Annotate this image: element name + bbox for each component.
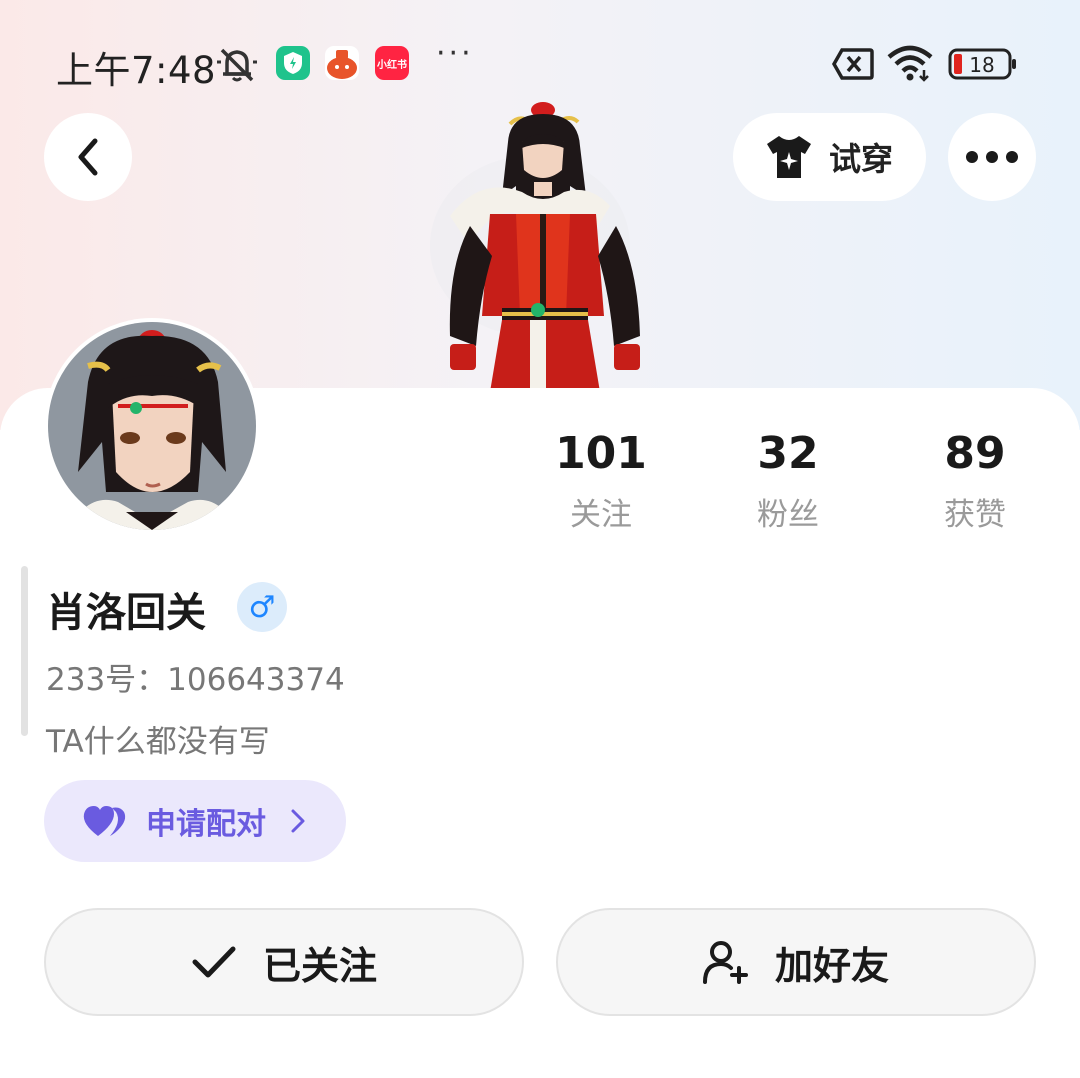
followers-count: 32 (757, 428, 819, 479)
add-friend-label: 加好友 (774, 943, 889, 988)
stat-followers[interactable]: 32 粉丝 (698, 428, 878, 534)
chevron-right-icon (291, 809, 305, 833)
likes-count: 89 (944, 428, 1006, 479)
status-bar: 上午7:48 小红书 ··· 18 (0, 30, 1080, 96)
stat-likes[interactable]: 89 获赞 (885, 428, 1065, 534)
shield-app-icon (276, 46, 310, 80)
sim-off-icon (832, 48, 874, 80)
user-bio: TA什么都没有写 (46, 724, 270, 760)
checkmark-icon (192, 946, 236, 978)
more-dots-icon (966, 151, 1018, 163)
following-button-label: 已关注 (262, 943, 377, 988)
back-chevron-icon (78, 138, 98, 176)
add-user-icon (702, 941, 748, 984)
status-more: ··· (436, 36, 474, 71)
avatar-image (48, 322, 256, 530)
request-pair-button[interactable]: 申请配对 (44, 780, 346, 862)
following-count: 101 (555, 428, 647, 479)
wifi-icon (887, 45, 933, 82)
following-label: 关注 (570, 497, 632, 533)
game-app-icon (325, 46, 359, 80)
request-pair-label: 申请配对 (146, 807, 266, 842)
followers-label: 粉丝 (757, 497, 819, 533)
try-on-button[interactable]: 试穿 (733, 113, 926, 201)
try-on-label: 试穿 (829, 140, 894, 178)
tshirt-icon (767, 136, 811, 178)
battery-level: 18 (969, 53, 994, 77)
bell-muted-icon (217, 48, 257, 82)
avatar[interactable] (44, 318, 260, 534)
hearts-icon (83, 806, 126, 836)
character-model-image (430, 102, 640, 392)
back-button[interactable] (44, 113, 132, 201)
status-time: 上午7:48 (56, 49, 217, 92)
likes-label: 获赞 (944, 497, 1006, 533)
battery-icon: 18 (948, 48, 1016, 80)
stat-following[interactable]: 101 关注 (511, 428, 691, 534)
user-id[interactable]: 233号：106643374 (46, 654, 345, 699)
add-friend-button[interactable]: 加好友 (556, 908, 1036, 1016)
nickname: 肖洛回关 (46, 590, 206, 636)
following-button[interactable]: 已关注 (44, 908, 524, 1016)
male-gender-icon: ♂ (237, 582, 287, 632)
xiaohongshu-app-icon: 小红书 (375, 46, 409, 80)
scroll-indicator (21, 566, 28, 736)
more-options-button[interactable] (948, 113, 1036, 201)
